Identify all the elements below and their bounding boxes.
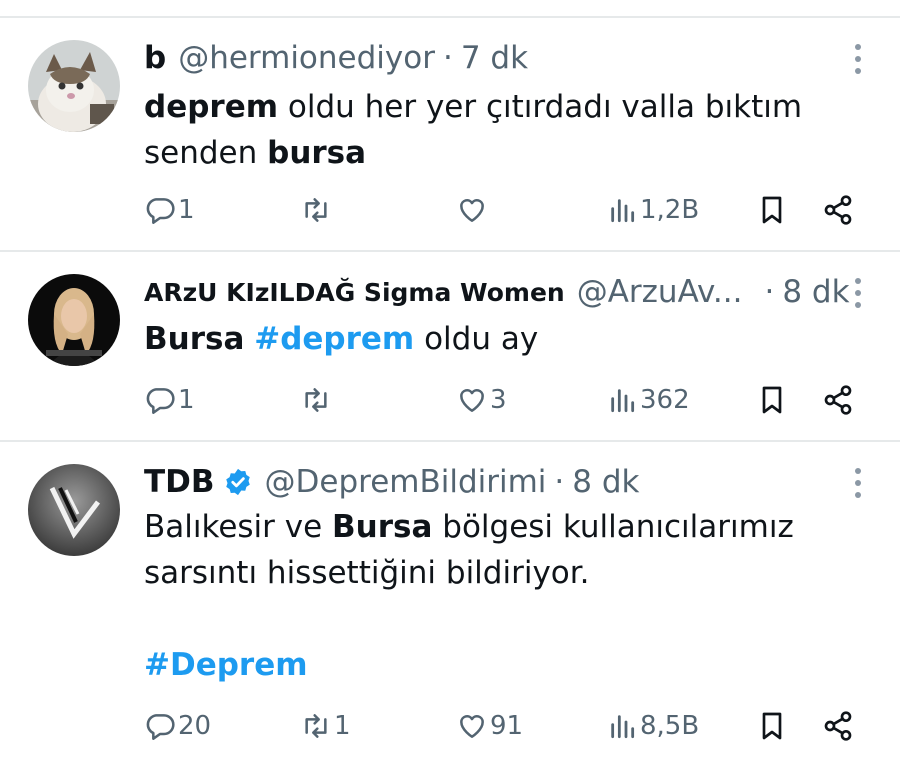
bookmark-icon xyxy=(762,712,782,740)
reply-icon xyxy=(146,198,175,224)
tweet-header: b @hermionediyor · 7 dk xyxy=(144,38,836,78)
like-button[interactable] xyxy=(456,190,490,230)
views-count: 8,5B xyxy=(640,711,700,741)
like-button[interactable]: 3 xyxy=(456,380,507,420)
retweet-icon xyxy=(305,388,327,412)
share-icon xyxy=(824,385,852,415)
views-count: 1,2B xyxy=(640,195,700,225)
bookmark-button[interactable] xyxy=(756,190,788,230)
timestamp[interactable]: 8 dk xyxy=(782,274,849,310)
retweet-icon xyxy=(305,198,327,222)
action-bar: 1 3 362 xyxy=(144,380,860,420)
bookmark-icon xyxy=(762,196,782,224)
bold-keyword: Bursa xyxy=(144,321,245,357)
tweet-text: Balıkesir ve Bursa bölgesi kullanıcıları… xyxy=(144,504,860,688)
tweet-header: TDB @DepremBildirimi · 8 dk xyxy=(144,462,836,502)
text-segment: Balıkesir ve xyxy=(144,509,333,545)
tweet-header: ARzU KIzILDAĞ Sigma Women @ArzuAv... · 8… xyxy=(144,272,850,312)
share-icon xyxy=(824,195,852,225)
tweet[interactable]: b @hermionediyor · 7 dk deprem oldu her … xyxy=(0,18,900,252)
tweet-text: Bursa #deprem oldu ay xyxy=(144,316,860,362)
more-icon[interactable] xyxy=(854,278,862,308)
share-button[interactable] xyxy=(822,190,854,230)
separator-dot: · xyxy=(442,40,453,76)
reply-icon xyxy=(146,714,175,740)
views-button[interactable]: 8,5B xyxy=(606,706,699,746)
reply-icon xyxy=(146,388,175,414)
text-segment xyxy=(244,321,254,357)
reply-count: 20 xyxy=(178,711,212,741)
like-icon xyxy=(460,199,484,222)
more-icon[interactable] xyxy=(854,468,862,498)
bookmark-button[interactable] xyxy=(756,706,788,746)
hashtag-link[interactable]: #Deprem xyxy=(144,647,308,683)
separator-dot: · xyxy=(554,464,565,500)
cat-avatar-image xyxy=(28,40,120,132)
tdb-logo-avatar-image xyxy=(28,464,120,556)
views-count: 362 xyxy=(640,385,690,415)
tweet-text: deprem oldu her yer çıtırdadı valla bıkt… xyxy=(144,84,860,176)
retweet-button[interactable] xyxy=(300,190,334,230)
retweet-button[interactable] xyxy=(300,380,334,420)
retweet-icon xyxy=(305,714,327,738)
avatar[interactable] xyxy=(28,274,120,366)
action-bar: 20 1 91 8,5B xyxy=(144,706,860,746)
bookmark-button[interactable] xyxy=(756,380,788,420)
timestamp[interactable]: 7 dk xyxy=(461,40,528,76)
reply-button[interactable]: 1 xyxy=(144,190,195,230)
like-count: 91 xyxy=(490,711,524,741)
like-count: 3 xyxy=(490,385,507,415)
retweet-count: 1 xyxy=(334,711,351,741)
share-button[interactable] xyxy=(822,706,854,746)
user-handle[interactable]: @ArzuAv... xyxy=(577,274,743,310)
more-icon[interactable] xyxy=(854,44,862,74)
reply-count: 1 xyxy=(178,385,195,415)
share-button[interactable] xyxy=(822,380,854,420)
timestamp[interactable]: 8 dk xyxy=(572,464,639,500)
reply-button[interactable]: 20 xyxy=(144,706,211,746)
verified-badge-icon xyxy=(225,468,250,496)
like-icon xyxy=(460,389,484,412)
text-segment: oldu ay xyxy=(414,321,539,357)
views-button[interactable]: 1,2B xyxy=(606,190,699,230)
action-bar: 1 1,2B xyxy=(144,190,860,230)
retweet-button[interactable]: 1 xyxy=(300,706,351,746)
views-icon xyxy=(611,389,635,413)
like-icon xyxy=(460,715,484,738)
tweet[interactable]: ARzU KIzILDAĞ Sigma Women @ArzuAv... · 8… xyxy=(0,252,900,442)
separator-dot: · xyxy=(764,274,775,310)
bookmark-icon xyxy=(762,386,782,414)
display-name[interactable]: TDB xyxy=(144,464,215,500)
woman-avatar-image xyxy=(28,274,120,366)
views-icon xyxy=(611,199,635,223)
reply-count: 1 xyxy=(178,195,195,225)
views-icon xyxy=(611,715,635,739)
tweet[interactable]: TDB @DepremBildirimi · 8 dk Balıkesir ve… xyxy=(0,442,900,772)
user-handle[interactable]: @DepremBildirimi xyxy=(265,464,547,500)
bold-keyword: bursa xyxy=(267,135,367,171)
bold-keyword: Bursa xyxy=(332,509,433,545)
bold-keyword: deprem xyxy=(144,89,279,125)
user-handle[interactable]: @hermionediyor xyxy=(178,40,435,76)
share-icon xyxy=(824,711,852,741)
reply-button[interactable]: 1 xyxy=(144,380,195,420)
avatar[interactable] xyxy=(28,464,120,556)
display-name[interactable]: ARzU KIzILDAĞ Sigma Women xyxy=(144,278,565,307)
avatar[interactable] xyxy=(28,40,120,132)
display-name[interactable]: b xyxy=(144,40,166,76)
hashtag-link[interactable]: #deprem xyxy=(254,321,414,357)
views-button[interactable]: 362 xyxy=(606,380,690,420)
like-button[interactable]: 91 xyxy=(456,706,523,746)
